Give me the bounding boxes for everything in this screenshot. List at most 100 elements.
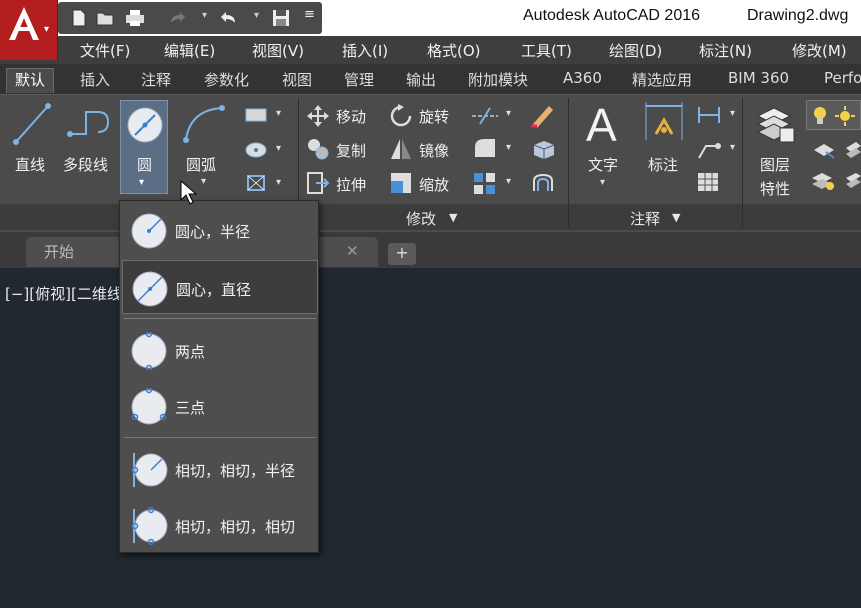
menu-divider	[124, 437, 316, 438]
text-label[interactable]: 文字	[588, 154, 618, 175]
menu-draw[interactable]: 绘图(D)	[609, 40, 662, 61]
redo-icon[interactable]	[168, 9, 186, 27]
circle-button[interactable]: 圆 ▾	[120, 100, 168, 194]
erase-icon[interactable]	[529, 102, 557, 128]
linear-dimension-icon[interactable]	[696, 104, 722, 126]
layer-freeze-icon[interactable]	[844, 170, 861, 192]
line-label[interactable]: 直线	[15, 154, 45, 175]
modify-panel-expand-icon[interactable]: ▼	[449, 211, 457, 224]
menu-item-three-point[interactable]: 三点	[122, 379, 318, 433]
undo-dropdown-icon[interactable]: ▾	[254, 10, 259, 21]
array-dropdown-icon[interactable]: ▾	[506, 176, 511, 187]
layer-previous-icon[interactable]	[844, 140, 861, 160]
array-icon[interactable]	[472, 171, 498, 195]
menu-item-center-diameter[interactable]: 圆心，直径	[122, 260, 318, 314]
annotation-panel-expand-icon[interactable]: ▼	[672, 211, 680, 224]
leader-icon[interactable]	[696, 138, 722, 160]
text-dropdown-icon[interactable]: ▾	[600, 177, 605, 188]
menu-format[interactable]: 格式(O)	[427, 40, 481, 61]
layer-properties-label-line1[interactable]: 图层	[760, 154, 790, 175]
move-label[interactable]: 移动	[336, 106, 366, 127]
rotate-label[interactable]: 旋转	[419, 106, 449, 127]
rectangle-dropdown-icon[interactable]: ▾	[276, 108, 281, 119]
circle-dropdown-chevron-icon[interactable]: ▾	[139, 177, 144, 188]
stretch-label[interactable]: 拉伸	[336, 174, 366, 195]
menu-edit[interactable]: 编辑(E)	[164, 40, 215, 61]
tab-performance[interactable]: Perfo	[824, 69, 861, 87]
new-file-icon[interactable]	[70, 9, 88, 27]
viewport-controls[interactable]: [−][俯视][二维线框]	[5, 283, 120, 304]
3d-array-icon[interactable]	[530, 137, 556, 161]
arc-label[interactable]: 圆弧	[186, 154, 216, 175]
save-icon[interactable]	[272, 9, 290, 27]
menu-tools[interactable]: 工具(T)	[521, 40, 572, 61]
region-icon[interactable]	[244, 172, 268, 194]
modify-panel-title[interactable]: 修改	[406, 208, 436, 229]
rotate-icon[interactable]	[389, 104, 413, 128]
arc-dropdown-chevron-icon[interactable]: ▾	[201, 176, 206, 187]
rectangle-icon[interactable]	[244, 106, 268, 124]
table-icon[interactable]	[697, 172, 719, 192]
leader-dropdown-icon[interactable]: ▾	[730, 142, 735, 153]
tab-parametric[interactable]: 参数化	[204, 69, 249, 90]
menu-item-tan-tan-radius[interactable]: 相切，相切，半径	[122, 442, 318, 496]
menu-dimension[interactable]: 标注(N)	[699, 40, 752, 61]
offset-icon[interactable]	[530, 171, 556, 195]
menu-file[interactable]: 文件(F)	[80, 40, 130, 61]
move-icon[interactable]	[306, 104, 330, 128]
print-icon[interactable]	[124, 9, 146, 27]
open-file-icon[interactable]	[96, 9, 114, 27]
layer-properties-icon[interactable]	[754, 102, 798, 146]
dimension-label[interactable]: 标注	[648, 154, 678, 175]
undo-icon[interactable]	[220, 9, 238, 27]
tab-bim360[interactable]: BIM 360	[728, 69, 789, 87]
menu-item-two-point[interactable]: 两点	[122, 323, 318, 377]
application-menu-button[interactable]: ▾	[0, 0, 58, 60]
layer-match-icon[interactable]	[812, 140, 836, 160]
tab-a360[interactable]: A360	[563, 69, 602, 87]
menu-modify[interactable]: 修改(M)	[792, 40, 847, 61]
hatch-dropdown-icon[interactable]: ▾	[276, 143, 281, 154]
layer-dropdown[interactable]	[806, 100, 861, 130]
dimension-icon[interactable]	[642, 100, 686, 144]
copy-label[interactable]: 复制	[336, 140, 366, 161]
line-icon[interactable]	[12, 102, 52, 146]
menu-view[interactable]: 视图(V)	[252, 40, 304, 61]
close-tab-icon[interactable]: ✕	[346, 242, 359, 260]
redo-dropdown-icon[interactable]: ▾	[202, 10, 207, 21]
mirror-label[interactable]: 镜像	[419, 140, 449, 161]
arc-icon[interactable]	[182, 104, 226, 144]
menu-item-center-radius[interactable]: 圆心，半径	[122, 203, 318, 257]
tab-output[interactable]: 输出	[406, 69, 436, 90]
scale-label[interactable]: 缩放	[419, 174, 449, 195]
fillet-icon[interactable]	[473, 137, 497, 159]
tab-view[interactable]: 视图	[282, 69, 312, 90]
hatch-icon[interactable]	[244, 140, 268, 160]
linear-dimension-dropdown-icon[interactable]: ▾	[730, 108, 735, 119]
annotation-panel-title[interactable]: 注释	[630, 208, 660, 229]
tab-annotate[interactable]: 注释	[141, 69, 171, 90]
layer-properties-label-line2[interactable]: 特性	[760, 178, 790, 199]
tab-insert[interactable]: 插入	[80, 69, 110, 90]
tab-start[interactable]: 开始	[26, 237, 124, 267]
tab-featured-apps[interactable]: 精选应用	[632, 69, 692, 90]
text-icon[interactable]: A	[586, 98, 617, 152]
region-dropdown-icon[interactable]: ▾	[276, 177, 281, 188]
fillet-dropdown-icon[interactable]: ▾	[506, 142, 511, 153]
menu-insert[interactable]: 插入(I)	[342, 40, 388, 61]
layer-isolate-icon[interactable]	[810, 170, 836, 192]
stretch-icon[interactable]	[306, 171, 330, 195]
polyline-icon[interactable]	[66, 104, 112, 144]
scale-icon[interactable]	[389, 171, 413, 195]
trim-dropdown-icon[interactable]: ▾	[506, 108, 511, 119]
tab-manage[interactable]: 管理	[344, 69, 374, 90]
tab-addins[interactable]: 附加模块	[468, 69, 528, 90]
customize-qat-icon[interactable]: ≡	[304, 7, 315, 22]
new-tab-button[interactable]: +	[388, 243, 416, 265]
mirror-icon[interactable]	[389, 137, 413, 161]
copy-icon[interactable]	[306, 137, 330, 161]
trim-icon[interactable]	[470, 106, 500, 126]
menu-item-tan-tan-tan[interactable]: 相切，相切，相切	[122, 498, 318, 552]
tab-default[interactable]: 默认	[6, 68, 55, 93]
polyline-label[interactable]: 多段线	[63, 154, 108, 175]
